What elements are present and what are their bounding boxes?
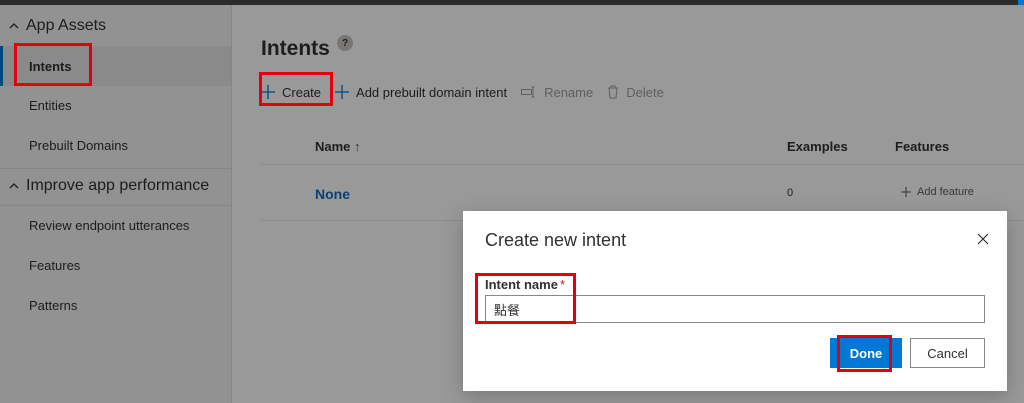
done-button[interactable]: Done: [830, 338, 902, 368]
cancel-button[interactable]: Cancel: [910, 338, 985, 368]
dialog-title: Create new intent: [485, 230, 627, 250]
intent-name-label: Intent name *: [485, 277, 565, 292]
close-icon[interactable]: [975, 231, 991, 247]
intent-name-label-text: Intent name: [485, 277, 558, 292]
create-intent-dialog: Create new intent Intent name* Done Canc…: [463, 211, 1007, 391]
required-asterisk: *: [559, 277, 566, 292]
intent-name-input[interactable]: [485, 295, 985, 323]
